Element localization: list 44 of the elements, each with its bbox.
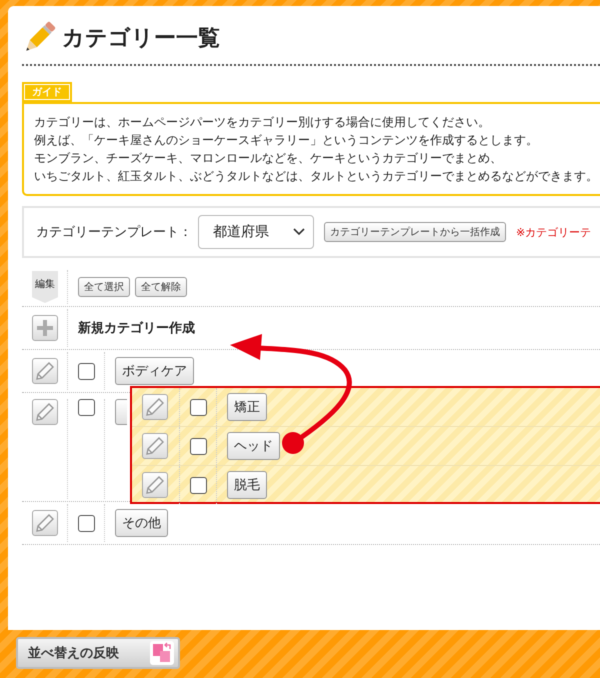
- category-button[interactable]: ボディケア: [115, 357, 194, 385]
- new-category-label: 新規カテゴリー作成: [78, 319, 195, 337]
- edit-button[interactable]: [32, 399, 58, 425]
- plus-icon: [37, 320, 53, 336]
- select-action-button[interactable]: 全て選択: [78, 277, 130, 297]
- guide-text: カテゴリーは、ホームページパーツをカテゴリー別けする場合に使用してください。: [34, 114, 491, 131]
- edit-button[interactable]: [142, 433, 168, 459]
- page-title: カテゴリー一覧: [62, 24, 220, 52]
- template-note: ※カテゴリーテ: [516, 226, 592, 240]
- bulk-create-button[interactable]: カテゴリーテンプレートから一括作成: [324, 222, 506, 242]
- pencil-icon: [146, 398, 164, 416]
- edit-button[interactable]: [32, 510, 58, 536]
- category-button[interactable]: その他: [115, 509, 168, 537]
- select-action-button[interactable]: 全て解除: [135, 277, 187, 297]
- pencil-icon: [36, 403, 54, 421]
- dragged-rows-panel[interactable]: 矯正 ヘッド 脱毛: [130, 386, 600, 504]
- pencil-icon: [146, 437, 164, 455]
- guide-text: モンブラン、チーズケーキ、マロンロールなどを、ケーキというカテゴリーでまとめ、: [34, 150, 503, 167]
- guide-tag: ガイド: [22, 82, 72, 102]
- template-label: カテゴリーテンプレート：: [36, 223, 192, 241]
- category-button[interactable]: ヘッド: [227, 432, 280, 460]
- apply-order-button[interactable]: 並べ替えの反映: [16, 637, 180, 669]
- checkbox[interactable]: [190, 476, 206, 494]
- edit-label: 編集: [32, 271, 58, 303]
- checkbox[interactable]: [190, 398, 206, 416]
- checkbox[interactable]: [190, 438, 206, 454]
- category-button[interactable]: 脱毛: [227, 471, 267, 499]
- chevron-down-icon: [293, 228, 305, 236]
- category-button[interactable]: 矯正: [227, 393, 267, 421]
- checkbox[interactable]: [78, 514, 94, 532]
- checkbox[interactable]: [78, 362, 94, 380]
- pencil-icon: [36, 514, 54, 532]
- edit-button[interactable]: [32, 358, 58, 384]
- swap-pages-icon: [150, 641, 174, 665]
- add-button[interactable]: [32, 315, 58, 341]
- guide-text: 例えば、「ケーキ屋さんのショーケースギャラリー」というコンテンツを作成するとします。: [34, 132, 539, 149]
- checkbox[interactable]: [78, 399, 94, 416]
- pencil-icon: [146, 476, 164, 494]
- pencil-icon: [36, 362, 54, 380]
- edit-button[interactable]: [142, 394, 168, 420]
- category-button[interactable]: [115, 399, 127, 425]
- guide-text: いちごタルト、紅玉タルト、ぶどうタルトなどは、タルトというカテゴリーでまとめるなどができます。: [34, 168, 599, 185]
- template-select[interactable]: 都道府県: [198, 215, 314, 249]
- edit-button[interactable]: [142, 472, 168, 498]
